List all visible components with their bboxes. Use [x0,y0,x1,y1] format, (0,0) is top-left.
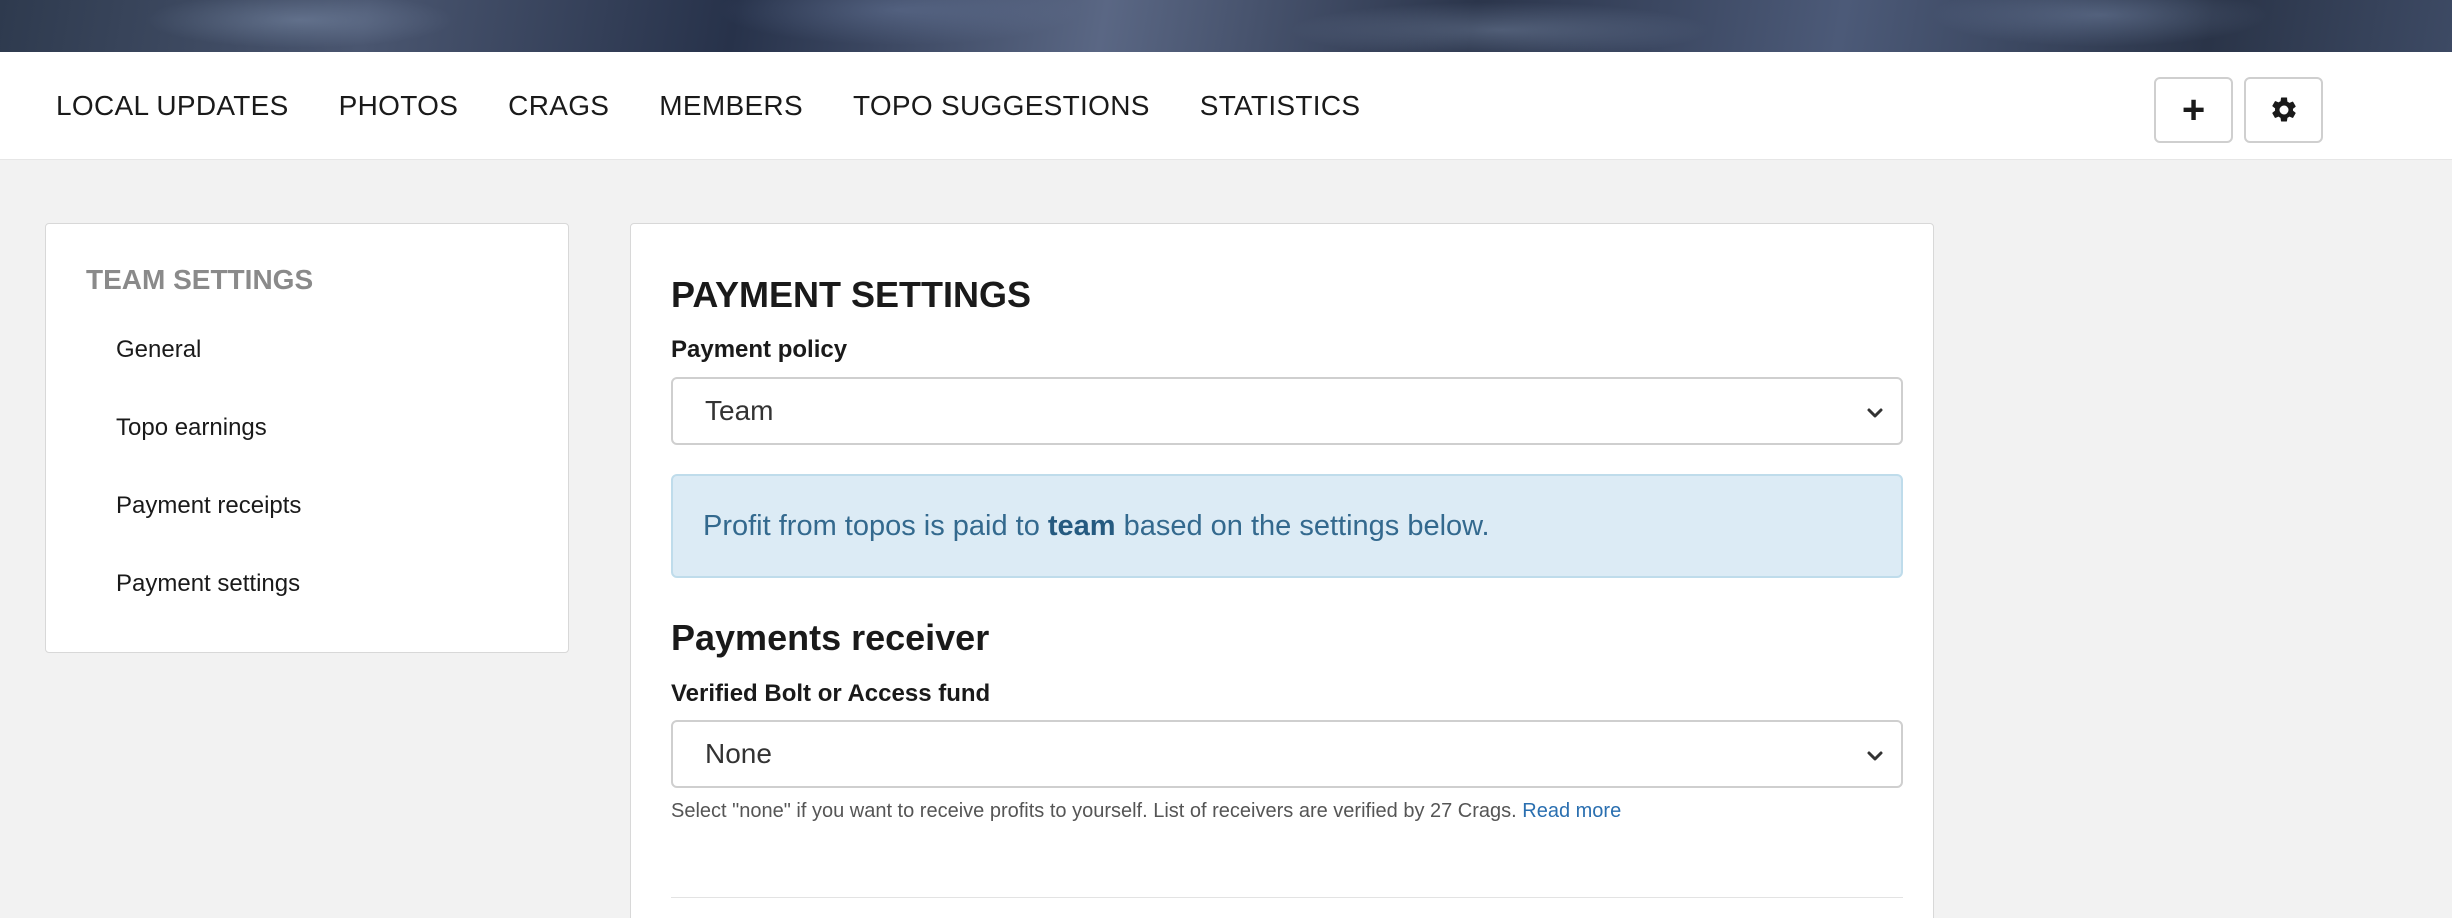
team-settings-sidebar: TEAM SETTINGS General Topo earnings Paym… [45,223,569,653]
info-text-suffix: based on the settings below. [1123,509,1490,542]
page-title: PAYMENT SETTINGS [671,274,1032,315]
top-navbar: LOCAL UPDATES PHOTOS CRAGS MEMBERS TOPO … [0,52,2452,160]
nav-members[interactable]: MEMBERS [659,90,803,122]
section-divider [671,897,1903,898]
fund-select[interactable]: None [671,720,1903,788]
header-background-image [0,0,2452,52]
nav-local-updates[interactable]: LOCAL UPDATES [56,90,289,122]
nav-topo-suggestions[interactable]: TOPO SUGGESTIONS [853,90,1150,122]
fund-value: None [705,738,772,769]
payments-receiver-heading: Payments receiver [671,617,990,658]
payment-policy-value: Team [705,395,774,426]
add-button[interactable]: + [2154,77,2233,143]
plus-icon: + [2181,88,2206,132]
sidebar-item-payment-receipts[interactable]: Payment receipts [116,492,301,520]
sidebar-title: TEAM SETTINGS [86,264,314,295]
fund-label: Verified Bolt or Access fund [671,680,991,707]
info-text-prefix: Profit from topos is paid to [703,509,1040,542]
nav-links: LOCAL UPDATES PHOTOS CRAGS MEMBERS TOPO … [56,52,1410,160]
sidebar-item-payment-settings[interactable]: Payment settings [116,570,300,598]
fund-help-text: Select "none" if you want to receive pro… [671,800,1621,823]
read-more-link[interactable]: Read more [1522,800,1621,822]
payment-policy-label: Payment policy [671,336,848,363]
gear-icon [2271,97,2296,122]
chevron-down-icon [1867,408,1883,418]
nav-photos[interactable]: PHOTOS [339,90,459,122]
sidebar-item-general[interactable]: General [116,336,201,364]
payment-settings-panel: PAYMENT SETTINGS Payment policy Team Pro… [630,223,1934,918]
nav-statistics[interactable]: STATISTICS [1200,90,1361,122]
sidebar-item-topo-earnings[interactable]: Topo earnings [116,414,267,442]
payment-policy-select[interactable]: Team [671,377,1903,445]
nav-crags[interactable]: CRAGS [508,90,609,122]
help-text-body: Select "none" if you want to receive pro… [671,800,1517,822]
settings-button[interactable] [2244,77,2323,143]
chevron-down-icon [1867,751,1883,761]
payment-policy-info: Profit from topos is paid to team based … [671,474,1903,578]
info-text-bold: team [1047,509,1116,542]
